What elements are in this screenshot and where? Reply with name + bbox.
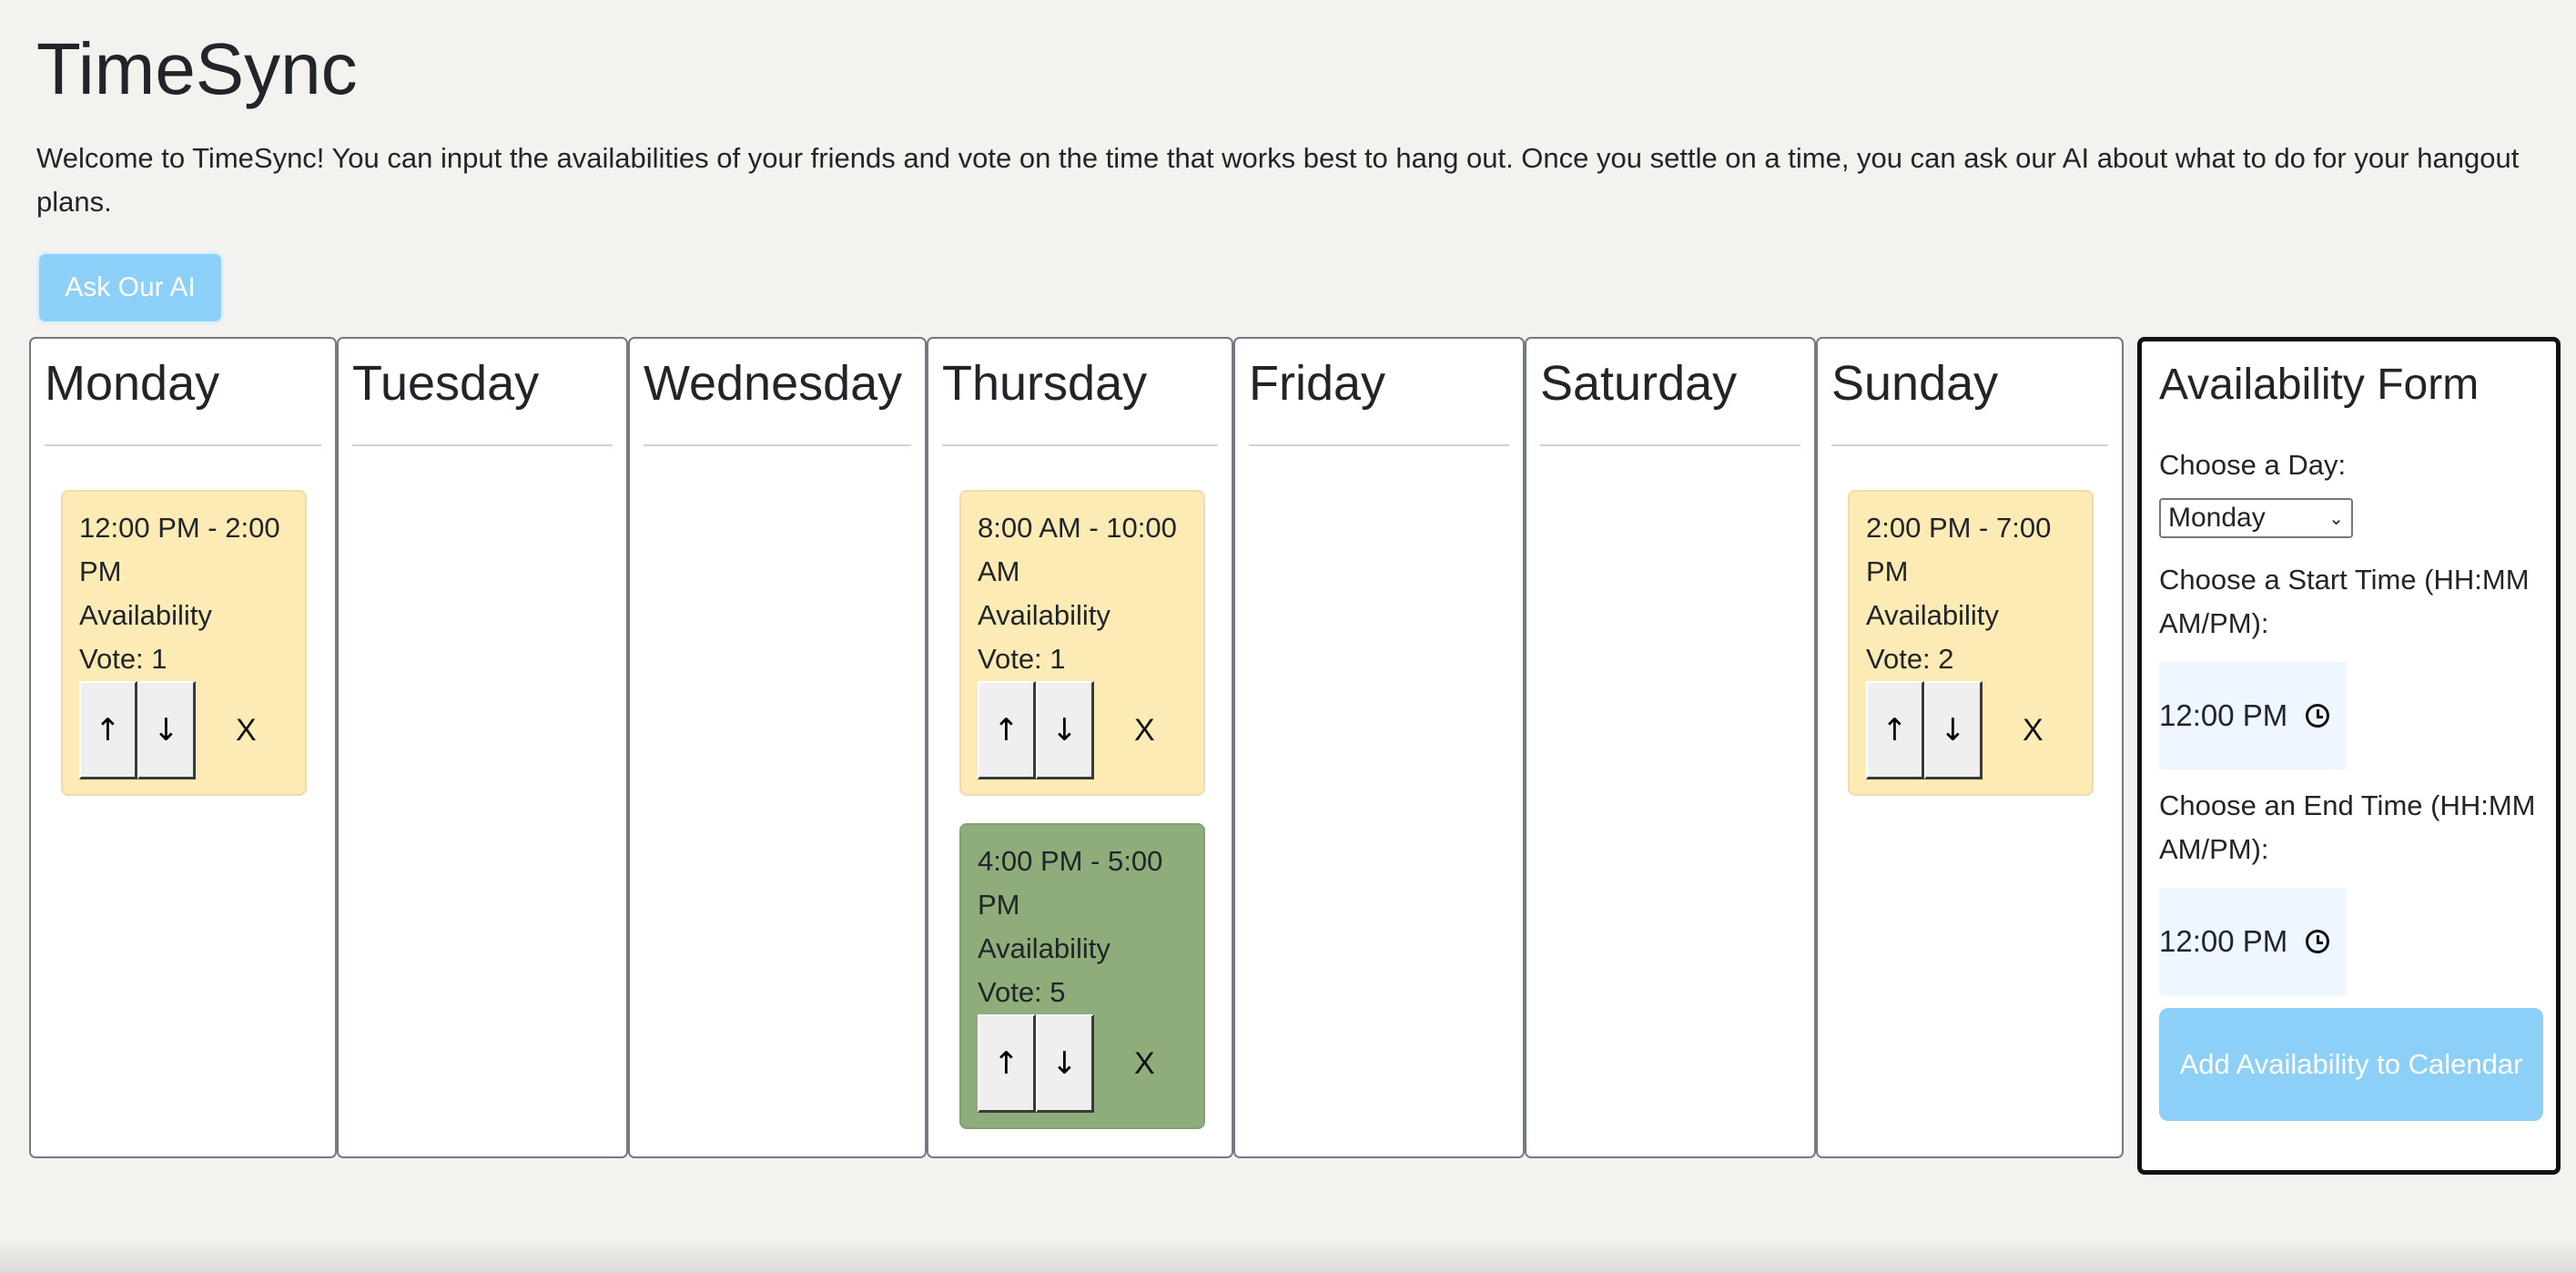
slot-label: Availability — [1866, 599, 1999, 631]
day-heading: Sunday — [1831, 356, 1999, 411]
arrow-down-icon: ↓ — [1940, 711, 1966, 749]
arrow-up-icon: ↑ — [993, 711, 1019, 749]
day-heading: Saturday — [1540, 356, 1738, 411]
day-column-friday: Friday — [1233, 337, 1525, 1158]
arrow-up-icon: ↑ — [95, 711, 121, 749]
day-column-thursday: Thursday 8:00 AM - 10:00 AM Availability… — [927, 337, 1233, 1158]
slot-vote-count: Vote: 2 — [1866, 643, 1954, 675]
clock-icon[interactable] — [2306, 930, 2330, 953]
arrow-up-icon: ↑ — [993, 1044, 1019, 1082]
start-time-label: Choose a Start Time (HH:MM AM/PM): — [2159, 564, 2530, 639]
start-time-input[interactable]: 12:00 PM — [2159, 662, 2347, 769]
remove-slot-button[interactable]: X — [2023, 713, 2044, 749]
day-select[interactable]: Monday ⌄ — [2159, 498, 2353, 538]
vote-controls: ↑ ↓ X — [79, 681, 305, 779]
upvote-button[interactable]: ↑ — [978, 681, 1036, 779]
downvote-button[interactable]: ↓ — [1924, 681, 1983, 779]
divider — [1831, 444, 2108, 446]
availability-card-top-voted: 4:00 PM - 5:00 PM Availability Vote: 5 ↑… — [959, 823, 1205, 1129]
slot-time: 2:00 PM - 7:00 PM — [1866, 512, 2052, 587]
day-column-saturday: Saturday — [1525, 337, 1816, 1158]
vote-controls: ↑ ↓ X — [978, 1014, 1203, 1113]
slot-label: Availability — [79, 599, 212, 631]
downvote-button[interactable]: ↓ — [1036, 681, 1094, 779]
day-heading: Tuesday — [352, 356, 540, 411]
day-heading: Wednesday — [644, 356, 903, 411]
end-time-input[interactable]: 12:00 PM — [2159, 888, 2347, 995]
availability-card: 8:00 AM - 10:00 AM Availability Vote: 1 … — [959, 490, 1205, 796]
divider — [942, 444, 1218, 446]
remove-slot-button[interactable]: X — [1134, 713, 1155, 749]
chevron-down-icon: ⌄ — [2328, 507, 2344, 529]
day-select-value: Monday — [2168, 503, 2266, 533]
arrow-up-icon: ↑ — [1881, 711, 1908, 749]
slot-vote-count: Vote: 1 — [79, 643, 167, 675]
slot-time: 4:00 PM - 5:00 PM — [978, 845, 1163, 921]
arrow-down-icon: ↓ — [1051, 711, 1078, 749]
vote-controls: ↑ ↓ X — [1866, 681, 2092, 779]
arrow-down-icon: ↓ — [153, 711, 179, 749]
end-time-value: 12:00 PM — [2159, 924, 2288, 958]
ask-ai-button[interactable]: Ask Our AI — [36, 251, 224, 324]
vote-controls: ↑ ↓ X — [978, 681, 1203, 779]
remove-slot-button[interactable]: X — [236, 713, 257, 749]
intro-text: Welcome to TimeSync! You can input the a… — [36, 142, 2520, 218]
form-title: Availability Form — [2159, 361, 2480, 409]
downvote-button[interactable]: ↓ — [137, 681, 196, 779]
page-title: TimeSync — [36, 28, 358, 109]
day-column-monday: Monday 12:00 PM - 2:00 PM Availability V… — [29, 337, 337, 1158]
add-availability-button[interactable]: Add Availability to Calendar — [2159, 1008, 2543, 1121]
upvote-button[interactable]: ↑ — [978, 1014, 1036, 1113]
day-heading: Monday — [45, 356, 220, 411]
slot-vote-count: Vote: 5 — [978, 976, 1066, 1008]
timesync-page: TimeSync Welcome to TimeSync! You can in… — [0, 0, 2576, 1273]
day-heading: Thursday — [942, 356, 1148, 411]
availability-card: 2:00 PM - 7:00 PM Availability Vote: 2 ↑… — [1848, 490, 2094, 796]
divider — [352, 444, 613, 446]
day-column-wednesday: Wednesday — [628, 337, 927, 1158]
clock-icon[interactable] — [2306, 704, 2330, 728]
availability-card: 12:00 PM - 2:00 PM Availability Vote: 1 … — [61, 490, 307, 796]
slot-time: 8:00 AM - 10:00 AM — [978, 512, 1177, 587]
day-select-label: Choose a Day: — [2159, 449, 2347, 481]
arrow-down-icon: ↓ — [1051, 1044, 1078, 1082]
slot-time: 12:00 PM - 2:00 PM — [79, 512, 280, 587]
upvote-button[interactable]: ↑ — [79, 681, 137, 779]
slot-label: Availability — [978, 599, 1111, 631]
start-time-value: 12:00 PM — [2159, 698, 2288, 732]
slot-label: Availability — [978, 932, 1111, 964]
upvote-button[interactable]: ↑ — [1866, 681, 1924, 779]
divider — [1249, 444, 1509, 446]
day-column-tuesday: Tuesday — [337, 337, 628, 1158]
remove-slot-button[interactable]: X — [1134, 1046, 1155, 1082]
day-column-sunday: Sunday 2:00 PM - 7:00 PM Availability Vo… — [1816, 337, 2124, 1158]
day-heading: Friday — [1249, 356, 1386, 411]
window-bottom-edge — [0, 1238, 2576, 1273]
divider — [45, 444, 321, 446]
availability-form: Availability Form Choose a Day: Monday ⌄… — [2137, 337, 2561, 1175]
divider — [644, 444, 911, 446]
downvote-button[interactable]: ↓ — [1036, 1014, 1094, 1113]
end-time-label: Choose an End Time (HH:MM AM/PM): — [2159, 789, 2536, 865]
slot-vote-count: Vote: 1 — [978, 643, 1066, 675]
divider — [1540, 444, 1800, 446]
